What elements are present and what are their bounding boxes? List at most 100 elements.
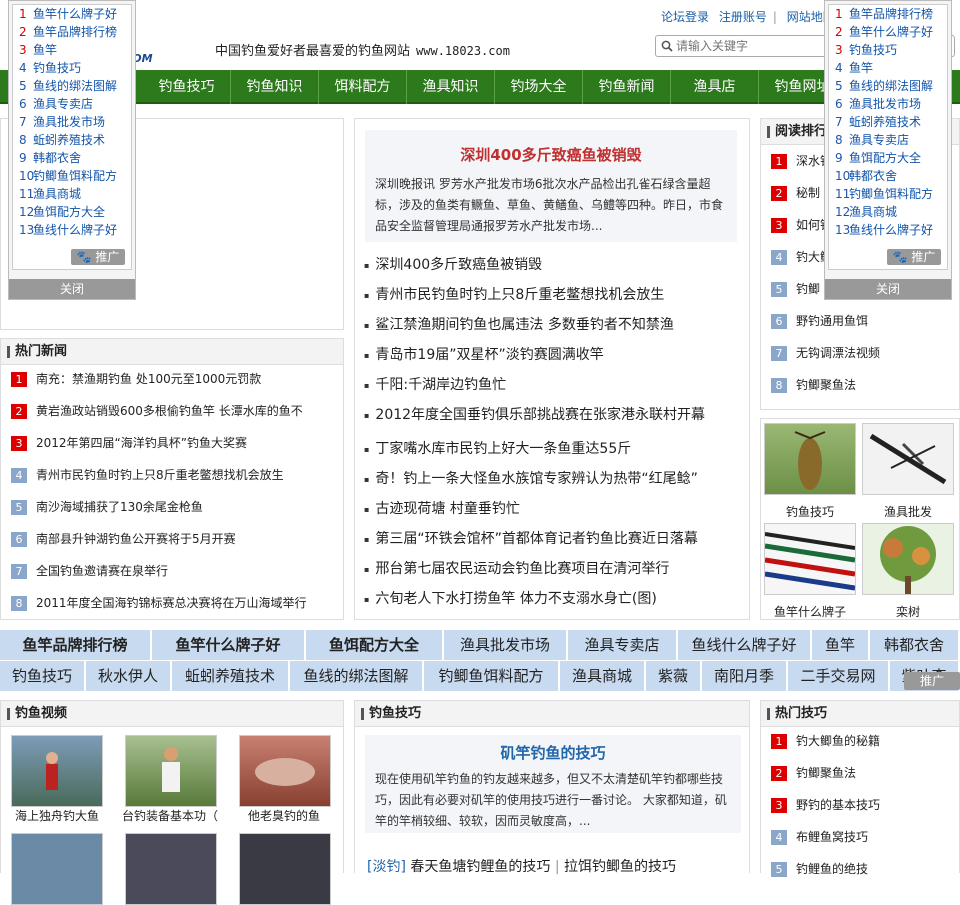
hot-news-item[interactable]: 5 南沙海域捕获了130余尾金枪鱼 (11, 491, 203, 523)
hot-news-item[interactable]: 4 青州市民钓鱼时钓上只8斤重老鳖想找机会放生 (11, 459, 284, 491)
float-ad-link[interactable]: 12鱼饵配方大全 (13, 203, 131, 221)
rank-item[interactable]: 8 钓鲫聚鱼法 (771, 369, 856, 401)
video-caption[interactable]: 海上独舟钓大鱼 (2, 807, 112, 824)
image-link-caption[interactable]: 鱼竿什么牌子 (755, 603, 865, 620)
video-thumb[interactable] (11, 833, 103, 905)
nav-item-fishing-tips[interactable]: 钓鱼技巧 (143, 70, 231, 104)
float-ad-link[interactable]: 1 鱼竿品牌排行榜 (829, 5, 947, 23)
hot-tip-item[interactable]: 3 野钓的基本技巧 (771, 789, 880, 821)
tag-link[interactable]: 蚯蚓养殖技术 (172, 661, 290, 691)
news-item[interactable]: 六旬老人下水打捞鱼竿 体力不支溺水身亡(图) (364, 588, 656, 608)
float-ad-link[interactable]: 7 渔具批发市场 (13, 113, 131, 131)
news-item[interactable]: 鲨江禁渔期间钓鱼也属违法 多数垂钓者不知禁渔 (364, 314, 673, 334)
video-thumb[interactable] (239, 735, 331, 807)
hot-news-item[interactable]: 6 南部县升钟湖钓鱼公开赛将于5月开赛 (11, 523, 236, 555)
float-ad-link[interactable]: 5 鱼线的绑法图解 (829, 77, 947, 95)
video-caption[interactable]: 台钓装备基本功（ (115, 807, 225, 824)
float-ad-link[interactable]: 2 鱼竿什么牌子好 (829, 23, 947, 41)
rank-item[interactable]: 2 秘制 (771, 177, 820, 209)
float-ad-link[interactable]: 5 鱼线的绑法图解 (13, 77, 131, 95)
tips-featured-title[interactable]: 矶竿钓鱼的技巧 (365, 742, 741, 763)
nav-item-fishing-knowledge[interactable]: 钓鱼知识 (231, 70, 319, 104)
register-link[interactable]: 注册账号 (719, 10, 767, 24)
video-thumb[interactable] (125, 735, 217, 807)
news-item[interactable]: 丁家嘴水库市民钓上好大一条鱼重达55斤 (364, 438, 631, 458)
news-item[interactable]: 邢台第七届农民运动会钓鱼比赛项目在清河举行 (364, 558, 669, 578)
nav-item-tackle-shop[interactable]: 渔具店 (671, 70, 759, 104)
float-ad-link[interactable]: 12渔具商城 (829, 203, 947, 221)
hot-news-item[interactable]: 8 2011年度全国海钓锦标赛总决赛将在万山海域举行 (11, 587, 307, 619)
news-item[interactable]: 青岛市19届”双星杯”淡钓赛圆满收竿 (364, 344, 603, 364)
video-thumb[interactable] (11, 735, 103, 807)
fishing-tips-image[interactable] (764, 423, 856, 495)
float-ad-link[interactable]: 8 渔具专卖店 (829, 131, 947, 149)
float-ad-link[interactable]: 13鱼线什么牌子好 (13, 221, 131, 239)
hot-tip-item[interactable]: 5 钓鲤鱼的绝技 (771, 853, 868, 885)
news-item[interactable]: 2012年度全国垂钓俱乐部挑战赛在张家港永联村开幕 (364, 404, 705, 424)
float-ad-close-button[interactable]: 关闭 (825, 279, 951, 299)
tackle-wholesale-image[interactable] (862, 423, 954, 495)
tag-link[interactable]: 渔具批发市场 (444, 630, 568, 660)
rank-item[interactable]: 6 野钓通用鱼饵 (771, 305, 868, 337)
float-ad-promo-button[interactable]: 🐾 推广 (887, 249, 941, 265)
tag-link[interactable]: 南阳月季 (702, 661, 788, 691)
rank-item[interactable]: 7 无钩调漂法视频 (771, 337, 880, 369)
rank-item[interactable]: 3 如何钓 (771, 209, 832, 241)
float-ad-link[interactable]: 6 渔具专卖店 (13, 95, 131, 113)
news-item[interactable]: 深圳400多斤致癌鱼被销毁 (364, 254, 542, 274)
tag-link[interactable]: 鱼饵配方大全 (306, 630, 444, 660)
tag-link[interactable]: 渔具专卖店 (568, 630, 678, 660)
float-ad-link[interactable]: 4 鱼竿 (829, 59, 947, 77)
float-ad-link[interactable]: 8 蚯蚓养殖技术 (13, 131, 131, 149)
hot-tip-item[interactable]: 1 钓大鲫鱼的秘籍 (771, 725, 880, 757)
float-ad-link[interactable]: 10钓鲫鱼饵料配方 (13, 167, 131, 185)
float-ad-close-button[interactable]: 关闭 (9, 279, 135, 299)
hot-tip-item[interactable]: 2 钓鲫聚鱼法 (771, 757, 856, 789)
float-ad-link[interactable]: 3 钓鱼技巧 (829, 41, 947, 59)
tags-promo-button[interactable]: 推广 (904, 672, 960, 690)
tag-link[interactable]: 鱼竿什么牌子好 (152, 630, 306, 660)
hot-news-item[interactable]: 1 南充：禁渔期钓鱼 处100元至1000元罚款 (11, 363, 261, 395)
tag-link[interactable]: 鱼竿 (812, 630, 870, 660)
hot-news-item[interactable]: 3 2012年第四届“海洋钓具杯”钓鱼大奖赛 (11, 427, 247, 459)
video-thumb[interactable] (125, 833, 217, 905)
float-ad-promo-button[interactable]: 🐾 推广 (71, 249, 125, 265)
image-link-caption[interactable]: 栾树 (853, 603, 960, 620)
float-ad-link[interactable]: 1 鱼竿什么牌子好 (13, 5, 131, 23)
news-item[interactable]: 千阳:千湖岸边钓鱼忙 (364, 374, 506, 394)
tag-link[interactable]: 紫薇 (646, 661, 702, 691)
rank-item[interactable]: 5 钓鲫 (771, 273, 820, 305)
news-item[interactable]: 第三届“环铁会馆杯”首都体育记者钓鱼比赛近日落幕 (364, 528, 698, 548)
nav-item-fishing-spots[interactable]: 钓场大全 (495, 70, 583, 104)
hot-news-item[interactable]: 7 全国钓鱼邀请赛在泉举行 (11, 555, 168, 587)
float-ad-link[interactable]: 11钓鲫鱼饵料配方 (829, 185, 947, 203)
float-ad-link[interactable]: 11渔具商城 (13, 185, 131, 203)
float-ad-link[interactable]: 9 韩都衣舍 (13, 149, 131, 167)
float-ad-link[interactable]: 13鱼线什么牌子好 (829, 221, 947, 239)
hot-news-item[interactable]: 2 黄岩渔政站销毁600多根偷钓鱼竿 长潭水库的鱼不 (11, 395, 303, 427)
rod-brand-image[interactable] (764, 523, 856, 595)
rank-item[interactable]: 4 钓大鲫 (771, 241, 832, 273)
tag-link[interactable]: 鱼竿品牌排行榜 (0, 630, 152, 660)
login-link[interactable]: 论坛登录 (661, 10, 709, 24)
tag-link[interactable]: 秋水伊人 (86, 661, 172, 691)
float-ad-link[interactable]: 7 蚯蚓养殖技术 (829, 113, 947, 131)
nav-item-fishing-news[interactable]: 钓鱼新闻 (583, 70, 671, 104)
video-caption[interactable]: 他老臭钓的鱼 (229, 807, 339, 824)
tag-link[interactable]: 韩都衣舍 (870, 630, 960, 660)
rank-item[interactable]: 1 深水钓 (771, 145, 832, 177)
tag-link[interactable]: 钓鱼技巧 (0, 661, 86, 691)
image-link-caption[interactable]: 渔具批发 (853, 503, 960, 520)
nav-item-tackle-knowledge[interactable]: 渔具知识 (407, 70, 495, 104)
nav-item-bait-recipes[interactable]: 饵料配方 (319, 70, 407, 104)
float-ad-link[interactable]: 9 鱼饵配方大全 (829, 149, 947, 167)
tag-link[interactable]: 钓鲫鱼饵料配方 (424, 661, 560, 691)
float-ad-link[interactable]: 2 鱼竿品牌排行榜 (13, 23, 131, 41)
tag-link[interactable]: 鱼线的绑法图解 (290, 661, 424, 691)
image-link-caption[interactable]: 钓鱼技巧 (755, 503, 865, 520)
float-ad-link[interactable]: 3 鱼竿 (13, 41, 131, 59)
float-ad-link[interactable]: 4 钓鱼技巧 (13, 59, 131, 77)
news-item[interactable]: 奇！钓上一条大怪鱼水族馆专家辨认为热带“红尾鲶” (364, 468, 698, 488)
tag-link[interactable]: 鱼线什么牌子好 (678, 630, 812, 660)
float-ad-link[interactable]: 10韩都衣舍 (829, 167, 947, 185)
